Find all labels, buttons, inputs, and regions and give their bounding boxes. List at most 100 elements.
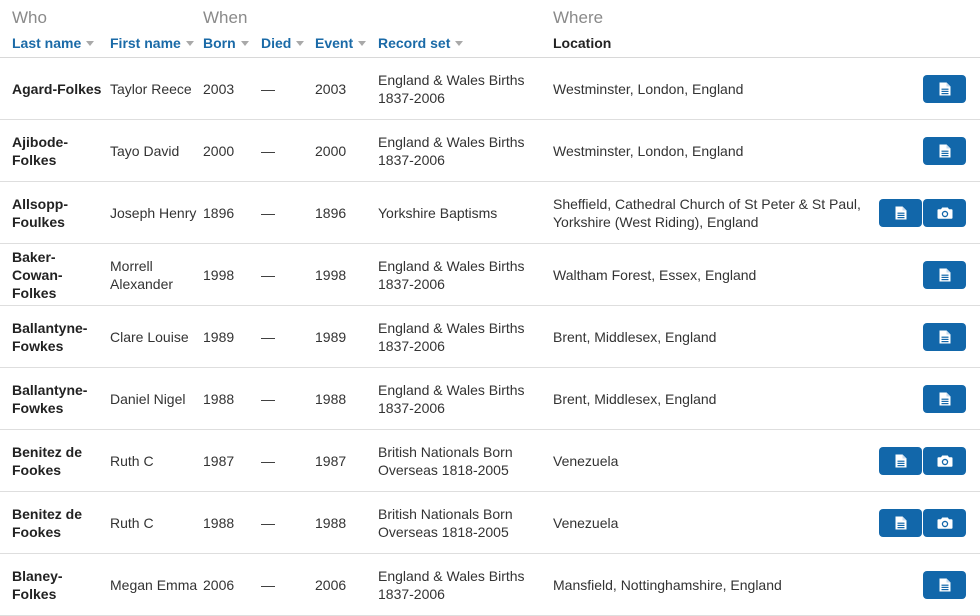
table-row: Ballantyne-Fowkes Daniel Nigel 1988 — 19… [0,368,980,430]
born-cell: 1989 [203,328,235,345]
location-cell: Westminster, London, England [553,80,744,97]
table-row: Benitez de Fookes Ruth C 1987 — 1987 Bri… [0,430,980,492]
last-name-header-label: Last name [12,35,82,51]
row-actions [923,58,966,119]
camera-icon [937,455,952,467]
view-image-button[interactable] [923,508,966,537]
event-cell: 1896 [315,204,347,221]
born-cell: 2003 [203,80,235,97]
location-cell: Venezuela [553,452,619,469]
row-actions [879,492,966,553]
last-name-cell: Benitez de Fookes [12,505,83,540]
died-cell: — [261,328,275,345]
sort-caret-icon [455,40,464,46]
sort-last-name[interactable]: Last name [12,35,95,51]
event-cell: 1998 [315,266,347,283]
record-set-cell: British Nationals Born Overseas 1818-200… [378,443,513,478]
table-row: Ajibode-Folkes Tayo David 2000 — 2000 En… [0,120,980,182]
table-row: Agard-Folkes Taylor Reece 2003 — 2003 En… [0,58,980,120]
view-transcript-button[interactable] [923,74,966,103]
sort-caret-icon [185,40,194,46]
record-set-cell: England & Wales Births 1837-2006 [378,319,525,354]
last-name-cell: Allsopp-Foulkes [12,195,68,230]
first-name-header-label: First name [110,35,181,51]
document-icon [939,578,950,591]
born-header-label: Born [203,35,236,51]
sort-died[interactable]: Died [261,35,305,51]
record-set-cell: England & Wales Births 1837-2006 [378,71,525,106]
row-actions [923,244,966,305]
record-set-header-label: Record set [378,35,451,51]
record-set-cell: England & Wales Births 1837-2006 [378,381,525,416]
record-set-cell: England & Wales Births 1837-2006 [378,133,525,168]
last-name-cell: Ballantyne-Fowkes [12,319,88,354]
group-where: Where [553,8,604,27]
sort-event[interactable]: Event [315,35,367,51]
sort-caret-icon [240,40,249,46]
sort-caret-icon [358,40,367,46]
view-transcript-button[interactable] [923,322,966,351]
location-cell: Waltham Forest, Essex, England [553,266,757,283]
table-row: Allsopp-Foulkes Joseph Henry 1896 — 1896… [0,182,980,244]
row-actions [923,306,966,367]
row-actions [923,368,966,429]
record-set-cell: England & Wales Births 1837-2006 [378,567,525,602]
document-icon [939,330,950,343]
sort-record-set[interactable]: Record set [378,35,464,51]
document-icon [939,144,950,157]
row-actions [879,430,966,491]
view-transcript-button[interactable] [879,508,922,537]
born-cell: 1896 [203,204,235,221]
first-name-cell: Daniel Nigel [110,390,186,407]
event-cell: 1988 [315,390,347,407]
view-transcript-button[interactable] [923,384,966,413]
died-header-label: Died [261,35,292,51]
sort-born[interactable]: Born [203,35,249,51]
table-row: Blaney-Folkes Megan Emma 2006 — 2006 Eng… [0,554,980,616]
view-transcript-button[interactable] [879,446,922,475]
last-name-cell: Ajibode-Folkes [12,133,68,168]
died-cell: — [261,266,275,283]
location-cell: Brent, Middlesex, England [553,328,717,345]
view-transcript-button[interactable] [879,198,922,227]
group-who: Who [12,8,47,27]
row-actions [923,554,966,615]
last-name-cell: Ballantyne-Fowkes [12,381,88,416]
born-cell: 2006 [203,576,235,593]
view-transcript-button[interactable] [923,136,966,165]
table-row: Benitez de Fookes Ruth C 1988 — 1988 Bri… [0,492,980,554]
died-cell: — [261,80,275,97]
view-image-button[interactable] [923,446,966,475]
first-name-cell: Joseph Henry [110,204,197,221]
first-name-cell: Morrell Alexander [110,257,174,292]
last-name-cell: Blaney-Folkes [12,567,63,602]
died-cell: — [261,452,275,469]
last-name-cell: Benitez de Fookes [12,443,83,478]
view-transcript-button[interactable] [923,570,966,599]
first-name-cell: Ruth C [110,452,154,469]
event-cell: 1989 [315,328,347,345]
row-actions [923,120,966,181]
born-cell: 1987 [203,452,235,469]
column-group-row: Who When Where [0,8,980,28]
view-transcript-button[interactable] [923,260,966,289]
first-name-cell: Ruth C [110,514,154,531]
record-set-cell: British Nationals Born Overseas 1818-200… [378,505,513,540]
view-image-button[interactable] [923,198,966,227]
document-icon [939,82,950,95]
first-name-cell: Tayo David [110,142,180,159]
location-cell: Brent, Middlesex, England [553,390,717,407]
first-name-cell: Clare Louise [110,328,189,345]
camera-icon [937,207,952,219]
table-row: Baker-Cowan-Folkes Morrell Alexander 199… [0,244,980,306]
sort-caret-icon [86,40,95,46]
last-name-cell: Baker-Cowan-Folkes [12,248,63,301]
died-cell: — [261,142,275,159]
born-cell: 1998 [203,266,235,283]
location-cell: Sheffield, Cathedral Church of St Peter … [553,195,861,230]
document-icon [895,206,906,219]
event-cell: 2006 [315,576,347,593]
sort-first-name[interactable]: First name [110,35,194,51]
table-row: Ballantyne-Fowkes Clare Louise 1989 — 19… [0,306,980,368]
location-cell: Westminster, London, England [553,142,744,159]
